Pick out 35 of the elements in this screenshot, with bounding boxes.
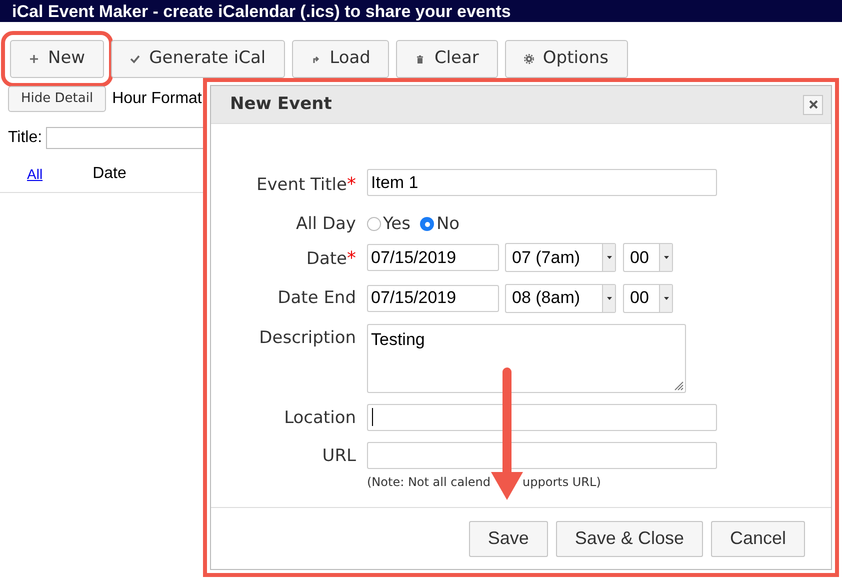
note-text: upports URL)	[522, 474, 601, 491]
required-mark: *	[347, 174, 356, 195]
dialog-button[interactable]: Cancel	[710, 520, 805, 556]
input-field[interactable]: Item 1	[367, 169, 717, 196]
dialog-button[interactable]: Save	[468, 520, 548, 556]
dialog-title: New Event	[230, 92, 332, 116]
field-label: Description	[259, 328, 356, 348]
hour-select[interactable]: 07 (7am)	[505, 243, 616, 272]
note-text: (Note: Not all calend	[367, 474, 491, 491]
toolbar-button[interactable]: Clear	[396, 40, 498, 78]
field-label: All Day	[296, 214, 356, 234]
title-label: Title:	[8, 128, 42, 148]
hour-format-label: Hour Format	[112, 89, 202, 109]
toolbar-button[interactable]: Generate iCal	[111, 40, 285, 78]
minute-select[interactable]: 00	[623, 243, 673, 272]
radio-option[interactable]: Yes	[367, 212, 410, 237]
hour-select[interactable]: 08 (8am)	[505, 284, 616, 312]
description-field[interactable]: Testing	[367, 324, 686, 392]
field-label: URL	[322, 446, 356, 466]
app-title: iCal Event Maker - create iCalendar (.ics) to share your events	[12, 2, 511, 20]
hide-detail-button[interactable]: Hide Detail	[8, 86, 106, 112]
required-mark: *	[347, 248, 356, 269]
field-label: Date	[306, 249, 347, 269]
minute-select[interactable]: 00	[623, 284, 673, 312]
date-field[interactable]: 07/15/2019	[367, 284, 499, 312]
toolbar-button[interactable]: Options	[504, 40, 628, 78]
all-link[interactable]: All	[27, 164, 43, 184]
radio-option[interactable]: No	[420, 212, 460, 237]
field-label: Location	[284, 408, 356, 428]
column-header: Date	[92, 164, 126, 184]
date-field[interactable]: 07/15/2019	[367, 244, 499, 271]
field-label: Date End	[278, 288, 356, 308]
toolbar-button[interactable]: Load	[292, 40, 390, 78]
field-label: Event Title	[256, 175, 347, 195]
dialog-button[interactable]: Save & Close	[556, 520, 703, 556]
